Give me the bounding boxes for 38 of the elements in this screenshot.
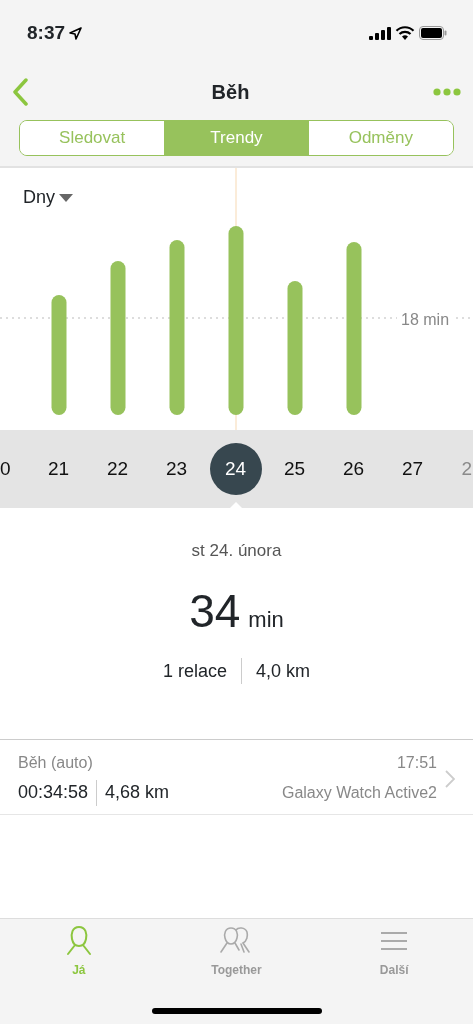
wifi-icon [395, 26, 415, 40]
duration-unit: min [248, 605, 284, 634]
caret-icon[interactable] [59, 193, 73, 202]
chevron-icon[interactable] [445, 769, 455, 788]
chart-bar[interactable] [287, 281, 303, 415]
chart-bar[interactable] [228, 226, 244, 415]
screen-title: Běh [211, 80, 250, 105]
date-label: st 24. února [191, 540, 282, 562]
day-item[interactable]: 24 [209, 443, 262, 495]
day-item[interactable]: 21 [32, 443, 85, 495]
day-item[interactable]: 27 [386, 443, 439, 495]
location-icon [69, 26, 83, 40]
menu-icon[interactable] [381, 932, 408, 950]
activity-time: 17:51 [396, 753, 437, 773]
chart-bar[interactable] [346, 242, 362, 415]
day-item[interactable]: 26 [327, 443, 380, 495]
day-item[interactable]: 23 [150, 443, 203, 495]
chart-bar[interactable] [110, 261, 126, 415]
more-icon[interactable] [433, 88, 461, 96]
signal-icon [369, 26, 391, 40]
device-name: Galaxy Watch Active2 [281, 782, 437, 803]
sessions-count: 1 relace [162, 659, 227, 683]
back-icon[interactable] [12, 78, 28, 106]
activity-duration: 00:34:58 [18, 781, 89, 804]
status-time: 8:37 [27, 20, 66, 45]
period-dropdown[interactable]: Dny [23, 184, 55, 211]
battery-icon [419, 26, 447, 40]
selection-pointer [229, 502, 243, 509]
day-item[interactable]: 25 [268, 443, 321, 495]
day-item[interactable]: 22 [91, 443, 144, 495]
activity-distance: 4,68 km [105, 781, 170, 804]
chart-bar[interactable] [51, 295, 67, 415]
duration-value: 34 [189, 587, 241, 634]
person-icon[interactable] [65, 925, 92, 957]
activity-title[interactable]: Běh (auto) [18, 751, 93, 775]
day-item[interactable]: 0 [0, 443, 11, 495]
distance-value: 4,0 km [256, 659, 311, 683]
chart-bar[interactable] [169, 240, 185, 415]
